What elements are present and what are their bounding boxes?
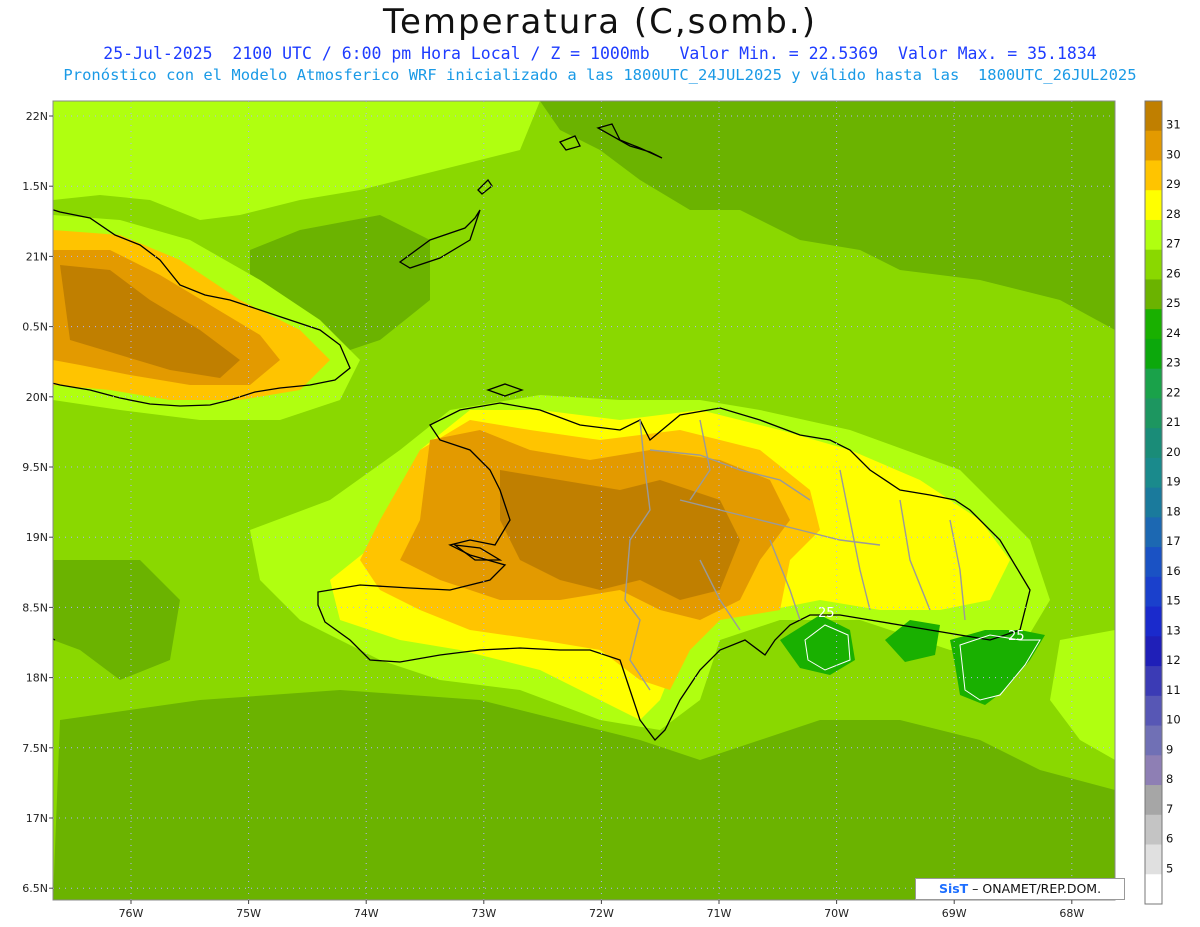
colorbar-swatch [1145,309,1162,340]
colorbar-swatch [1145,368,1162,399]
colorbar-label: 19 [1166,475,1181,489]
colorbar-swatch [1145,725,1162,756]
lat-label: 20N [26,391,48,404]
lon-label: 76W [119,907,144,920]
lon-label: 70W [824,907,849,920]
colorbar-swatch [1145,576,1162,608]
colorbar-swatch [1145,457,1162,489]
lon-label: 72W [589,907,614,920]
colorbar-label: 17 [1166,534,1181,548]
lat-label: 18N [26,672,48,685]
colorbar-swatch [1145,101,1162,132]
lat-label: 1.5N [22,180,48,193]
lon-label: 69W [942,907,967,920]
colorbar-swatch [1145,398,1162,429]
lon-label: 74W [354,907,379,920]
colorbar-swatch [1145,219,1162,251]
colorbar-swatch [1145,487,1162,518]
colorbar-swatch [1145,695,1162,727]
colorbar-label: 11 [1166,683,1181,697]
colorbar-label: 25 [1166,296,1181,310]
lon-label: 71W [707,907,732,920]
lat-label: 9.5N [22,461,48,474]
colorbar-label: 9 [1166,742,1173,756]
colorbar-label: 15 [1166,594,1181,608]
colorbar-swatch [1145,338,1162,370]
lat-label: 21N [26,250,48,263]
temperature-map: 25 25 22N 1.5N 21N 0.5N 20N 9.5N 19N 8.5N 18N 7.5… [22,100,1181,920]
contour-label-1: 25 [818,606,835,621]
colorbar-label: 24 [1166,326,1181,340]
credit-text: – ONAMET/REP.DOM. [968,881,1102,896]
colorbar-label: 22 [1166,385,1181,399]
colorbar-swatch [1145,190,1162,221]
colorbar-swatch [1145,130,1162,161]
lat-label: 8.5N [22,601,48,614]
colorbar-label: 12 [1166,653,1181,667]
colorbar-swatch [1145,666,1162,697]
colorbar-label: 30 [1166,147,1181,161]
colorbar-label: 7 [1166,802,1173,816]
lat-label: 7.5N [22,742,48,755]
lat-label: 17N [26,812,48,825]
longitude-labels: 76W 75W 74W 73W 72W 71W 70W 69W 68W [119,900,1084,920]
colorbar-label: 29 [1166,177,1181,191]
credit-box: SisT – ONAMET/REP.DOM. [915,878,1125,900]
colorbar-swatch [1145,606,1162,637]
credit-brand: SisT [938,881,969,896]
colorbar-label: 16 [1166,564,1181,578]
latitude-labels: 22N 1.5N 21N 0.5N 20N 9.5N 19N 8.5N 18N 7.5N 17N 6.… [22,110,53,895]
colorbar-label: 21 [1166,415,1181,429]
colorbar-label: 8 [1166,772,1173,786]
lat-label: 0.5N [22,321,48,334]
colorbar-label: 20 [1166,445,1181,459]
colorbar-swatch [1145,428,1162,459]
colorbar-swatch [1145,279,1162,310]
lon-label: 73W [471,907,496,920]
colorbar-swatch [1145,785,1162,816]
colorbar-label: 23 [1166,356,1181,370]
colorbar-swatch [1145,160,1162,191]
colorbar-swatch [1145,814,1162,846]
lat-label: 6.5N [22,882,48,895]
colorbar-label: 26 [1166,266,1181,280]
lat-label: 22N [26,110,48,123]
colorbar-label: 18 [1166,504,1181,518]
lon-label: 68W [1059,907,1084,920]
contour-label-2: 25 [1008,629,1025,644]
colorbar-label: 28 [1166,207,1181,221]
colorbar-label: 10 [1166,713,1181,727]
colorbar-label: 6 [1166,832,1173,846]
colorbar-swatch [1145,755,1162,786]
colorbar-swatch [1145,249,1162,280]
lon-label: 75W [236,907,261,920]
colorbar-swatch [1145,636,1162,667]
colorbar-swatch [1145,547,1162,578]
colorbar-swatch [1145,517,1162,548]
colorbar-label: 13 [1166,623,1181,637]
colorbar-swatch [1145,844,1162,875]
colorbar-label: 27 [1166,237,1181,251]
colorbar: 31 30 29 28 27 26 25 24 23 22 21 20 19 18 17 16 15 13 12 11… [1144,100,1181,905]
colorbar-label: 31 [1166,118,1181,132]
lat-label: 19N [26,531,48,544]
colorbar-label: 5 [1166,861,1173,875]
colorbar-swatch [1145,874,1162,905]
